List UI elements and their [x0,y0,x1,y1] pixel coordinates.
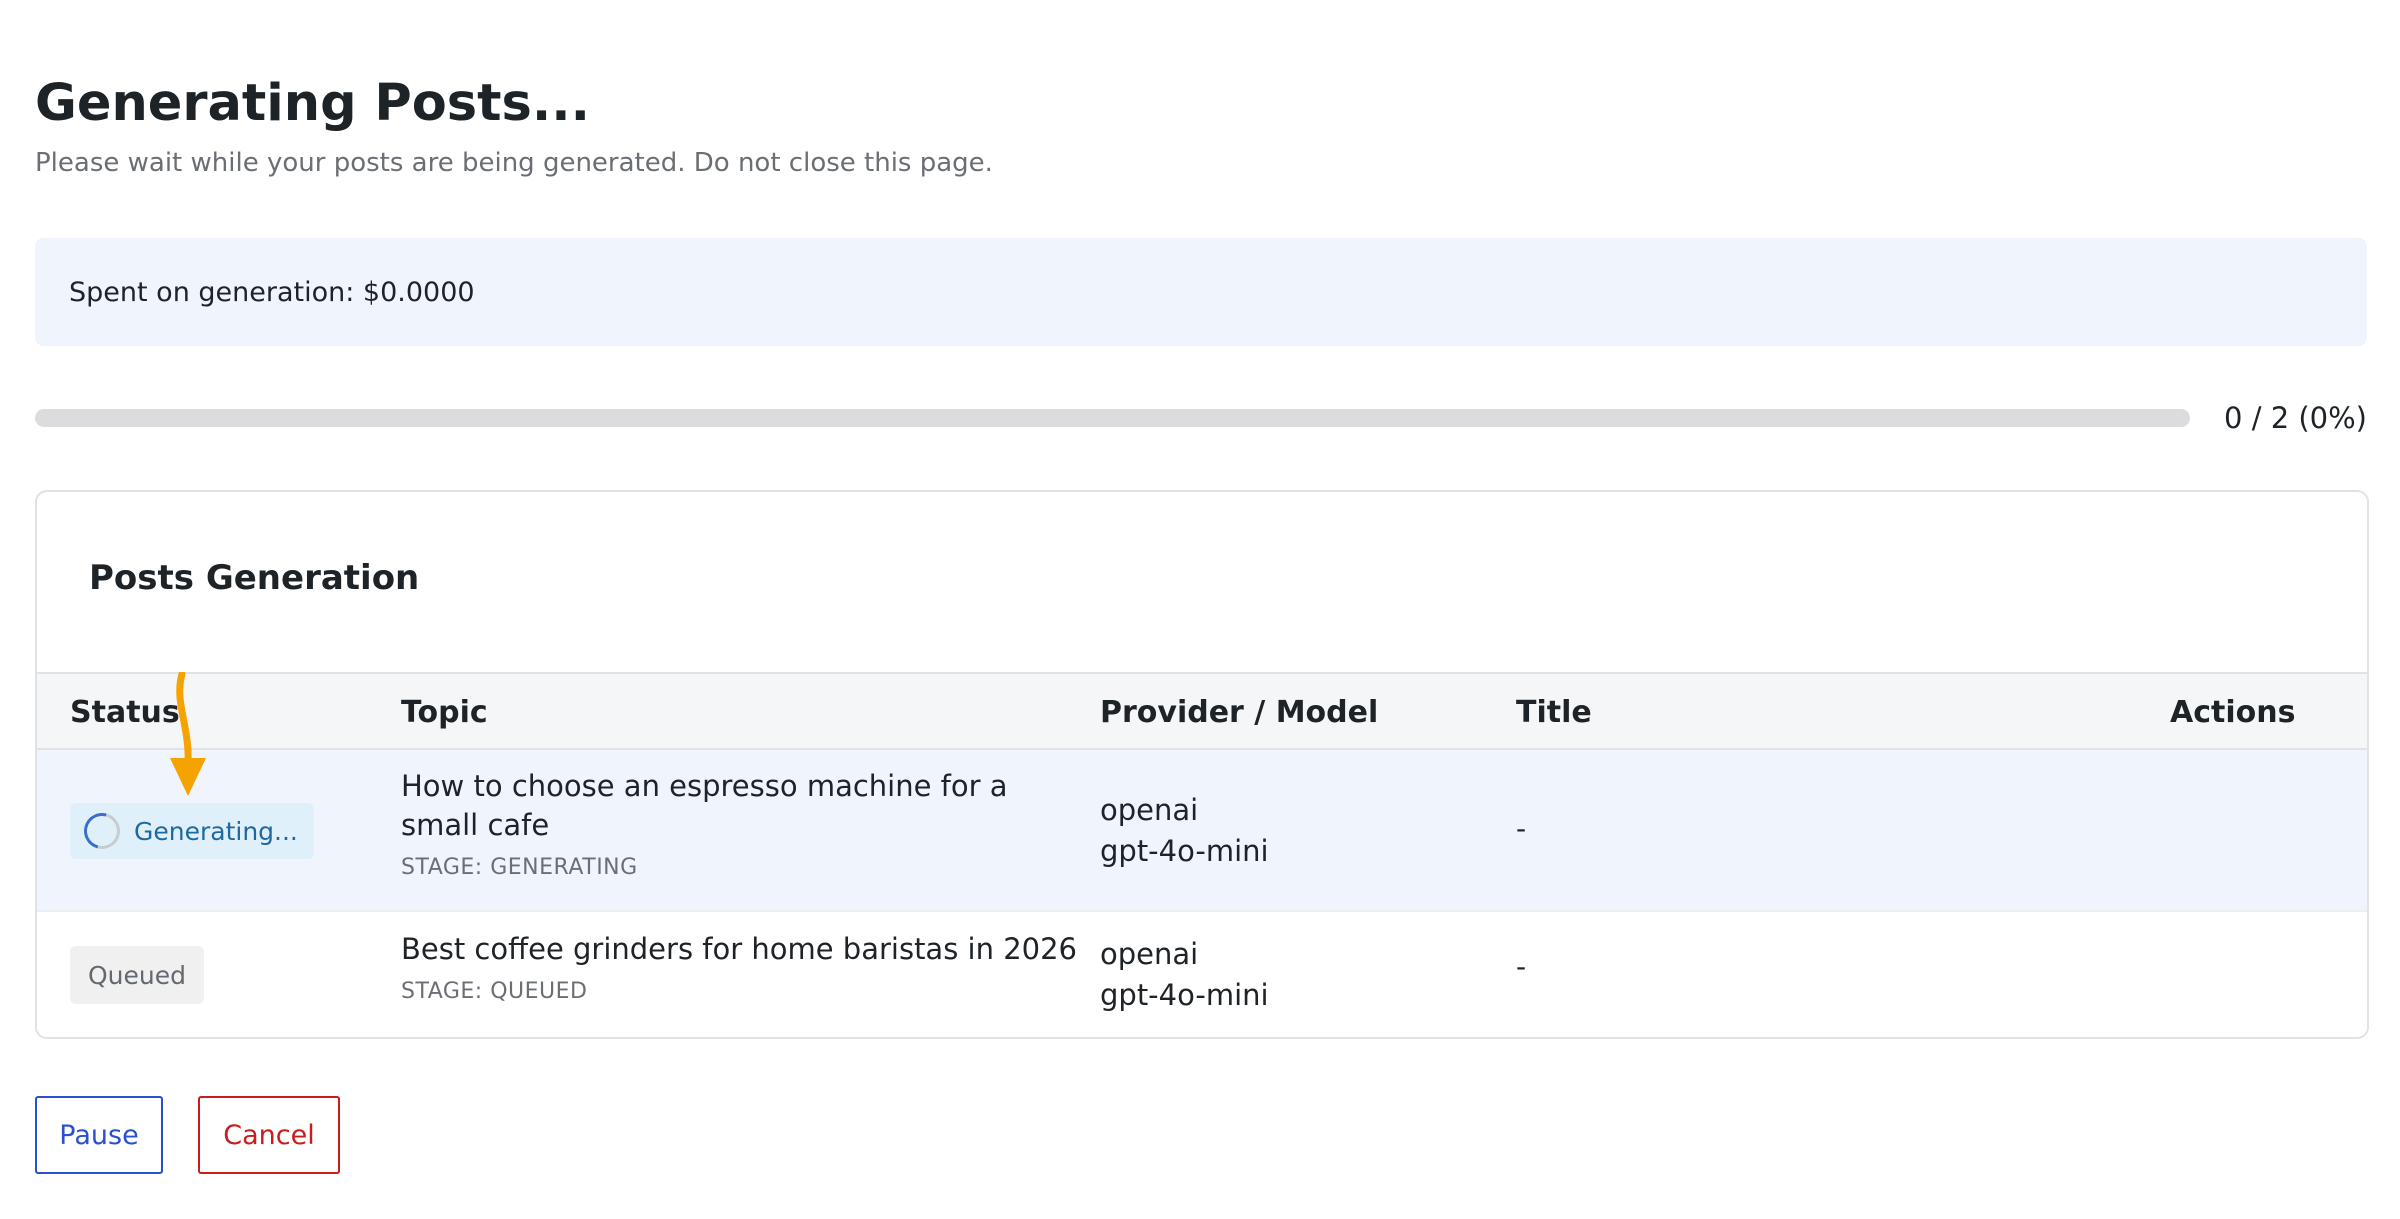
topic-cell: Best coffee grinders for home baristas i… [401,930,1077,1004]
progress-label: 0 / 2 (0%) [2224,401,2367,435]
column-provider-model: Provider / Model [1100,694,1379,730]
topic-text: How to choose an espresso machine for a [401,769,1008,803]
posts-generation-card: Posts Generation Status Topic Provider /… [35,490,2369,1039]
table-row: Generating... How to choose an espresso … [37,750,2367,912]
column-actions: Actions [2170,694,2296,730]
status-badge-label: Generating... [134,816,298,846]
column-topic: Topic [401,694,488,730]
column-title: Title [1516,694,1592,730]
model-text: gpt-4o-mini [1100,834,1269,868]
status-badge: Queued [70,946,204,1004]
title-cell: - [1516,812,1527,845]
provider-model-cell: openai gpt-4o-mini [1100,934,1269,1016]
pause-button[interactable]: Pause [35,1096,163,1174]
topic-text: Best coffee grinders for home baristas i… [401,932,1077,966]
page-subtitle: Please wait while your posts are being g… [35,148,993,178]
loading-spinner-icon [77,806,127,856]
stage-text: STAGE: QUEUED [401,979,588,1004]
topic-cell: How to choose an espresso machine for a … [401,767,1008,880]
page-title: Generating Posts... [35,74,590,133]
table-header: Status Topic Provider / Model Title Acti… [37,672,2367,750]
cost-notice: Spent on generation: $0.0000 [35,238,2367,346]
stage-text: STAGE: GENERATING [401,855,638,880]
provider-text: openai [1100,937,1199,971]
model-text: gpt-4o-mini [1100,978,1269,1012]
card-title: Posts Generation [89,558,420,598]
cancel-button[interactable]: Cancel [198,1096,340,1174]
posts-table: Status Topic Provider / Model Title Acti… [37,672,2367,1036]
cost-text: Spent on generation: $0.0000 [69,276,475,308]
arrow-down-icon [170,672,206,796]
topic-text-continued: small cafe [401,808,550,842]
status-badge-label: Queued [88,960,186,990]
progress-bar [35,409,2191,427]
provider-text: openai [1100,793,1199,827]
title-cell: - [1516,950,1527,983]
status-badge: Generating... [70,803,314,859]
progress-row: 0 / 2 (0%) [35,398,2367,438]
column-status: Status [70,694,180,730]
table-row: Queued Best coffee grinders for home bar… [37,912,2367,1036]
provider-model-cell: openai gpt-4o-mini [1100,790,1269,872]
